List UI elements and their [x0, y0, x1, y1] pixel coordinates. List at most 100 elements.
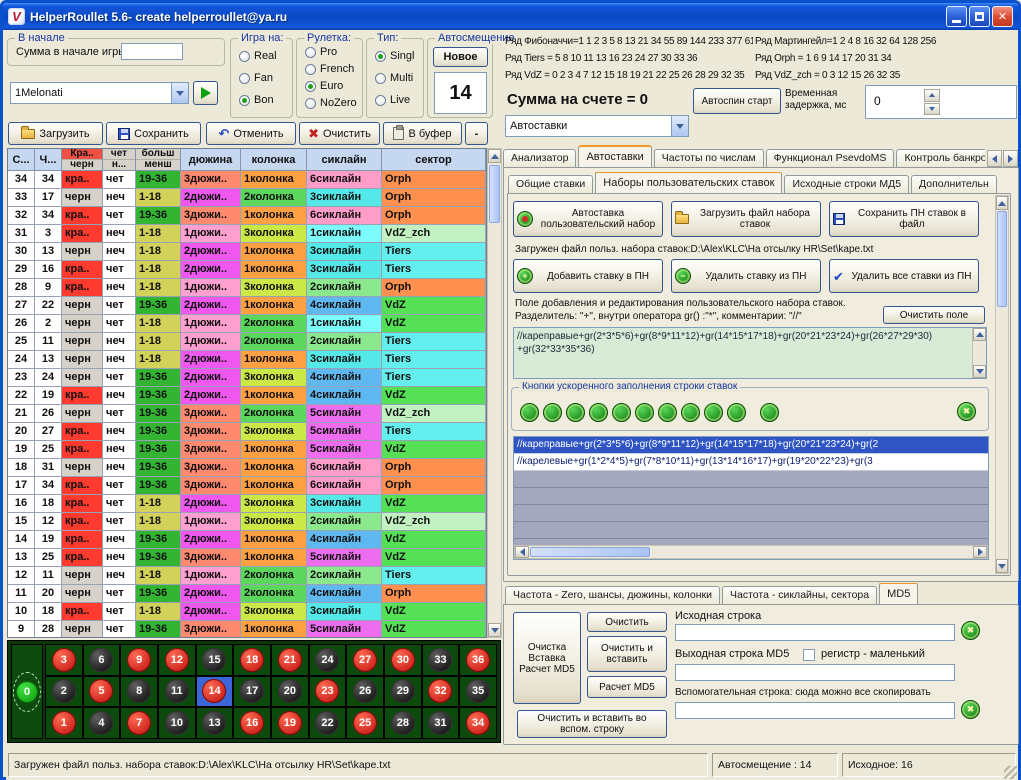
table-row[interactable]: 1734кра..чет19-363дюжи..1колонка6сиклайн… — [8, 477, 486, 495]
scroll-up-button[interactable] — [973, 328, 986, 341]
radio-pro[interactable]: Pro — [305, 46, 337, 58]
tab-bankroll-control[interactable]: Контроль банкротс — [896, 149, 985, 168]
delay-spinner[interactable] — [924, 89, 940, 115]
autospin-start-button[interactable]: Автоспин старт — [693, 88, 781, 114]
table-row[interactable]: 1831черннеч19-363дюжи..1колонка6сиклайнO… — [8, 459, 486, 477]
close-button[interactable]: ✕ — [992, 6, 1013, 27]
md5-clear-paste-calc-button[interactable]: Очистка Вставка Расчет MD5 — [513, 612, 581, 704]
resize-grip[interactable] — [1004, 766, 1017, 779]
table-row[interactable]: 1211черннеч1-181дюжи..2колонка2сиклайнTi… — [8, 567, 486, 585]
copy-to-buffer-button[interactable]: В буфер — [383, 122, 462, 145]
tab-md5[interactable]: MD5 — [879, 583, 918, 605]
board-cell[interactable]: 30 — [384, 644, 422, 676]
scroll-left-button[interactable] — [515, 546, 529, 558]
md5-aux-chip-button[interactable]: ✖ — [961, 700, 980, 719]
table-row[interactable]: 2722чернчет19-362дюжи..1колонка4сиклайнV… — [8, 297, 486, 315]
board-zero-cell[interactable]: 0 — [11, 644, 43, 739]
add-bet-button[interactable]: + Добавить ставку в ПН — [513, 259, 663, 293]
md5-paste-aux-button[interactable]: Очистить и вставить во вспом. строку — [517, 710, 667, 738]
table-row[interactable]: 289кра..неч1-181дюжи..3колонка2сиклайнOr… — [8, 279, 486, 297]
radio-singl[interactable]: Singl — [375, 50, 414, 62]
tab-freq-chances[interactable]: Частота - Zero, шансы, дюжины, колонки — [505, 586, 720, 605]
new-offset-button[interactable]: Новое — [433, 47, 488, 67]
board-cell[interactable]: 32 — [422, 676, 460, 708]
board-cell[interactable]: 21 — [271, 644, 309, 676]
table-row[interactable]: 262чернчет1-181дюжи..2колонка1сиклайнVdZ — [8, 315, 486, 333]
board-cell[interactable]: 31 — [422, 707, 460, 739]
board-cell[interactable]: 12 — [158, 644, 196, 676]
board-cell[interactable]: 24 — [309, 644, 347, 676]
board-cell[interactable]: 33 — [422, 644, 460, 676]
spin-up-button[interactable] — [924, 89, 940, 102]
header-range[interactable]: большменш — [136, 149, 181, 171]
table-row[interactable]: 2916кра..чет1-182дюжи..1колонка3сиклайнT… — [8, 261, 486, 279]
table-row[interactable]: 313кра..неч1-181дюжи..3колонка1сиклайнVd… — [8, 225, 486, 243]
board-cell[interactable]: 2 — [45, 676, 83, 708]
radio-fan[interactable]: Fan — [239, 72, 273, 84]
table-row[interactable]: 928чернчет19-363дюжи..1колонка5сиклайнVd… — [8, 621, 486, 638]
board-cell[interactable]: 20 — [271, 676, 309, 708]
quick-bet-chip-button[interactable] — [566, 403, 585, 422]
clear-button[interactable]: ✖Очистить — [299, 122, 380, 145]
board-cell[interactable]: 27 — [346, 644, 384, 676]
bet-list-hscrollbar[interactable] — [514, 545, 988, 559]
delete-bet-button[interactable]: − Удалить ставку из ПН — [671, 259, 821, 293]
radio-euro[interactable]: Euro — [305, 80, 343, 92]
board-cell[interactable]: 36 — [459, 644, 497, 676]
scroll-up-button[interactable] — [488, 149, 501, 163]
edit-field-scrollbar[interactable] — [972, 328, 986, 378]
board-cell[interactable]: 22 — [309, 707, 347, 739]
quick-bet-chip-button[interactable] — [658, 403, 677, 422]
board-cell[interactable]: 26 — [346, 676, 384, 708]
tab-additional[interactable]: Дополнительн — [911, 175, 997, 194]
register-checkbox[interactable] — [803, 649, 815, 661]
clear-bets-chip-button[interactable]: ✖ — [957, 402, 976, 421]
board-cell[interactable]: 28 — [384, 707, 422, 739]
bet-list-item[interactable]: //карелевые+gr(1*2*4*5)+gr(7*8*10*11)+gr… — [514, 454, 988, 471]
board-cell[interactable]: 6 — [83, 644, 121, 676]
load-bet-set-button[interactable]: Загрузить файл набора ставок — [671, 201, 821, 237]
header-spin[interactable]: С... — [8, 149, 35, 171]
board-cell[interactable]: 25 — [346, 707, 384, 739]
board-cell[interactable]: 34 — [459, 707, 497, 739]
scroll-right-button[interactable] — [973, 546, 987, 558]
header-column[interactable]: колонка — [241, 149, 307, 171]
table-row[interactable]: 2027кра..неч19-363дюжи..3колонка5сиклайн… — [8, 423, 486, 441]
board-cell[interactable]: 4 — [83, 707, 121, 739]
scroll-down-button[interactable] — [996, 559, 1008, 573]
maximize-button[interactable] — [969, 6, 990, 27]
radio-multi[interactable]: Multi — [375, 72, 413, 84]
table-row[interactable]: 2126чернчет19-363дюжи..2колонка5сиклайнV… — [8, 405, 486, 423]
chevron-down-icon[interactable] — [171, 83, 188, 103]
header-parity[interactable]: четн... — [103, 149, 136, 171]
tab-autobets[interactable]: Автоставки — [578, 145, 651, 168]
header-number[interactable]: Ч... — [35, 149, 62, 171]
quick-bet-chip-button[interactable] — [543, 403, 562, 422]
radio-nozero[interactable]: NoZero — [305, 97, 357, 109]
table-row[interactable]: 3434кра..чет19-363дюжи..1колонка6сиклайн… — [8, 171, 486, 189]
quick-bet-chip-button[interactable] — [760, 403, 779, 422]
save-bet-set-button[interactable]: Сохранить ПН ставок в файл — [829, 201, 979, 237]
minimize-button[interactable] — [946, 6, 967, 27]
quick-bet-chip-button[interactable] — [612, 403, 631, 422]
board-cell[interactable]: 5 — [83, 676, 121, 708]
tab-freq-sixlines-sectors[interactable]: Частота - сиклайны, сектора — [722, 586, 877, 605]
md5-source-chip-button[interactable]: ✖ — [961, 621, 980, 640]
quick-bet-chip-button[interactable] — [704, 403, 723, 422]
scroll-thumb[interactable] — [489, 165, 500, 223]
board-cell[interactable]: 23 — [309, 676, 347, 708]
md5-clear-and-paste-button[interactable]: Очистить и вставить — [587, 636, 667, 672]
board-cell[interactable]: 19 — [271, 707, 309, 739]
quick-bet-chip-button[interactable] — [520, 403, 539, 422]
table-row[interactable]: 2511черннеч1-181дюжи..2колонка2сиклайнTi… — [8, 333, 486, 351]
autoset-user-set-button[interactable]: Автоставка пользовательский набор — [513, 201, 663, 237]
md5-source-input[interactable] — [675, 624, 955, 641]
board-cell[interactable]: 8 — [120, 676, 158, 708]
table-row[interactable]: 1120чернчет19-362дюжи..2колонка4сиклайнO… — [8, 585, 486, 603]
undo-button[interactable]: ↶Отменить — [206, 122, 296, 145]
table-row[interactable]: 1512кра..чет1-181дюжи..3колонка2сиклайнV… — [8, 513, 486, 531]
autobets-combo[interactable]: Автоставки — [505, 115, 689, 137]
scroll-down-button[interactable] — [488, 623, 501, 637]
minus-button[interactable]: - — [465, 122, 488, 145]
board-cell[interactable]: 1 — [45, 707, 83, 739]
